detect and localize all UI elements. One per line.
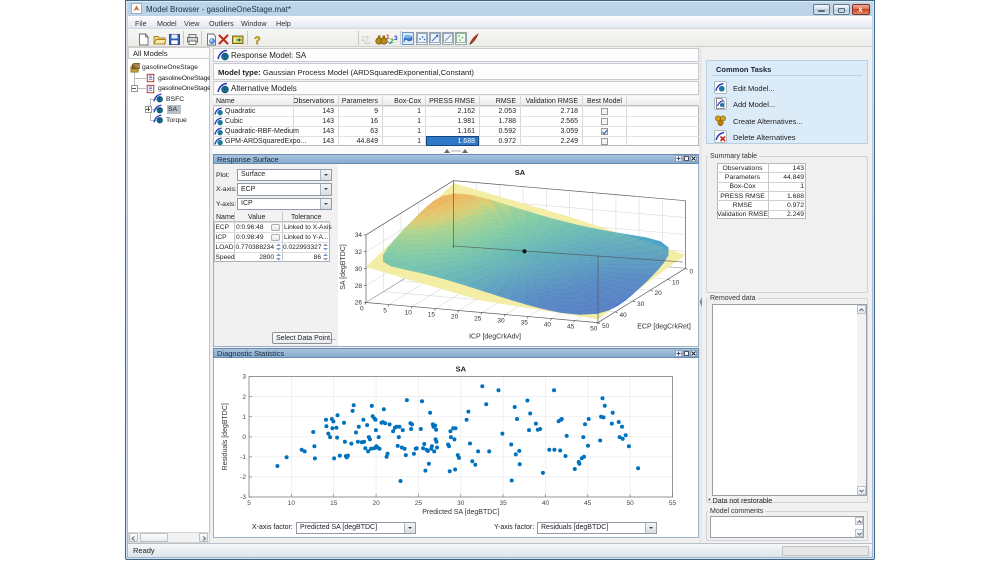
svg-text:55: 55 <box>669 500 677 507</box>
svg-text:5: 5 <box>247 500 251 507</box>
svg-text:45: 45 <box>567 324 575 331</box>
svg-text:28: 28 <box>355 283 363 290</box>
svg-text:35: 35 <box>521 320 529 327</box>
svg-text:45: 45 <box>584 500 592 507</box>
svg-text:20: 20 <box>451 313 459 320</box>
svg-text:25: 25 <box>474 315 482 322</box>
svg-text:-3: -3 <box>240 494 246 501</box>
svg-text:Residuals [degBTDC]: Residuals [degBTDC] <box>222 403 229 470</box>
svg-text:30: 30 <box>355 266 363 273</box>
svg-text:25: 25 <box>415 500 423 507</box>
svg-text:30: 30 <box>637 301 645 308</box>
svg-text:20: 20 <box>655 290 663 297</box>
svg-text:10: 10 <box>672 279 680 286</box>
svg-text:20: 20 <box>372 500 380 507</box>
svg-text:30: 30 <box>457 500 465 507</box>
svg-text:34: 34 <box>355 232 363 239</box>
svg-text:26: 26 <box>355 300 363 307</box>
svg-text:10: 10 <box>288 500 296 507</box>
svg-text:40: 40 <box>542 500 550 507</box>
svg-text:50: 50 <box>602 323 610 330</box>
svg-text:1?: 1? <box>361 36 369 43</box>
svg-text:3: 3 <box>394 35 398 42</box>
svg-text:ECP [degCrkRet]: ECP [degCrkRet] <box>637 324 691 331</box>
svg-text:10: 10 <box>405 309 413 316</box>
svg-text:?: ? <box>254 35 261 46</box>
svg-text:-1: -1 <box>240 454 246 461</box>
svg-text:32: 32 <box>355 249 363 256</box>
svg-text:15: 15 <box>428 311 436 318</box>
svg-text:50: 50 <box>590 326 598 333</box>
svg-text:2: 2 <box>242 394 246 401</box>
svg-text:SA: SA <box>515 168 526 177</box>
svg-text:35: 35 <box>499 500 507 507</box>
svg-text:30: 30 <box>497 318 505 325</box>
svg-text:1: 1 <box>242 414 246 421</box>
svg-text:SA [degBTDC]: SA [degBTDC] <box>340 244 347 290</box>
svg-text:5: 5 <box>383 307 387 314</box>
svg-text:ICP [degCrkAdv]: ICP [degCrkAdv] <box>469 334 521 341</box>
svg-text:50: 50 <box>626 500 634 507</box>
svg-text:40: 40 <box>544 322 552 329</box>
svg-text:Predicted SA [degBTDC]: Predicted SA [degBTDC] <box>422 509 499 516</box>
svg-text:15: 15 <box>330 500 338 507</box>
svg-text:0: 0 <box>242 434 246 441</box>
svg-text:0: 0 <box>690 269 694 276</box>
svg-text:3: 3 <box>242 374 246 381</box>
svg-text:40: 40 <box>620 312 628 319</box>
svg-text:-2: -2 <box>240 474 246 481</box>
svg-text:SA: SA <box>456 365 467 374</box>
